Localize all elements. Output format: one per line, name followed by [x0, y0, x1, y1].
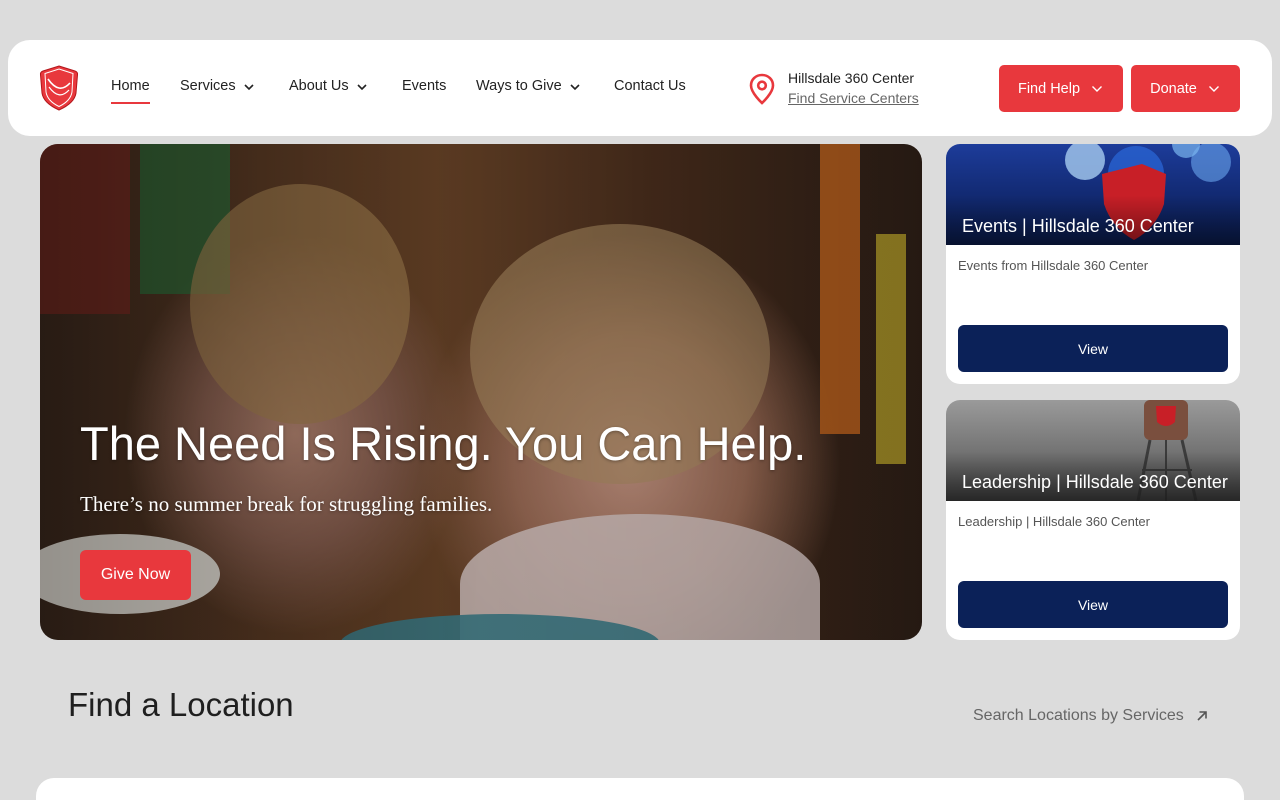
nav-ways-to-give-label: Ways to Give	[476, 78, 562, 94]
location-name: Hillsdale 360 Center	[788, 70, 915, 86]
leadership-card-description: Leadership | Hillsdale 360 Center	[958, 514, 1150, 529]
events-card-title: Events | Hillsdale 360 Center	[962, 216, 1194, 236]
salvation-army-logo[interactable]	[39, 65, 79, 111]
chevron-down-icon	[244, 84, 254, 91]
nav-services-label: Services	[180, 78, 236, 94]
nav-contact-us[interactable]: Contact Us	[614, 78, 686, 94]
events-view-button[interactable]: View	[958, 325, 1228, 372]
leadership-card-image: Leadership | Hillsdale 360 Center	[946, 400, 1240, 501]
find-service-centers-link[interactable]: Find Service Centers	[788, 90, 919, 106]
leadership-view-button[interactable]: View	[958, 581, 1228, 628]
nav-about-us-label: About Us	[289, 78, 349, 94]
site-header: Home Services About Us Events Ways to Gi…	[8, 40, 1272, 136]
find-location-title: Find a Location	[68, 686, 294, 723]
map-pin-icon	[749, 73, 775, 105]
give-now-button[interactable]: Give Now	[80, 550, 191, 600]
nav-home[interactable]: Home	[111, 78, 150, 104]
chevron-down-icon	[1092, 85, 1103, 92]
donate-label: Donate	[1150, 80, 1197, 97]
find-help-button[interactable]: Find Help	[999, 65, 1123, 112]
nav-services[interactable]: Services	[180, 78, 256, 94]
search-locations-label: Search Locations by Services	[973, 707, 1184, 724]
find-help-label: Find Help	[1017, 80, 1081, 97]
hero-subtitle: There’s no summer break for struggling f…	[80, 492, 493, 516]
search-locations-link[interactable]: Search Locations by Services	[973, 707, 1210, 725]
events-card-description: Events from Hillsdale 360 Center	[958, 258, 1149, 273]
events-card: Events | Hillsdale 360 Center Events fro…	[946, 144, 1240, 384]
nav-ways-to-give[interactable]: Ways to Give	[476, 78, 582, 94]
hero-title: The Need Is Rising. You Can Help.	[80, 417, 807, 470]
nav-about-us[interactable]: About Us	[289, 78, 369, 94]
leadership-card-title: Leadership | Hillsdale 360 Center	[962, 472, 1228, 492]
location-selector: Hillsdale 360 Center Find Service Center…	[748, 70, 968, 110]
donate-button[interactable]: Donate	[1131, 65, 1240, 112]
nav-home-label: Home	[111, 78, 150, 94]
leadership-card: Leadership | Hillsdale 360 Center Leader…	[946, 400, 1240, 640]
chevron-down-icon	[357, 84, 367, 91]
chevron-down-icon	[570, 84, 580, 91]
chevron-down-icon	[1208, 85, 1219, 92]
nav-events[interactable]: Events	[402, 78, 446, 94]
nav-contact-us-label: Contact Us	[614, 78, 686, 94]
events-card-image: Events | Hillsdale 360 Center	[946, 144, 1240, 245]
nav-events-label: Events	[402, 78, 447, 94]
hero-banner: The Need Is Rising. You Can Help. There’…	[40, 144, 922, 640]
location-panel	[36, 778, 1244, 800]
arrow-up-right-icon	[1197, 711, 1207, 721]
